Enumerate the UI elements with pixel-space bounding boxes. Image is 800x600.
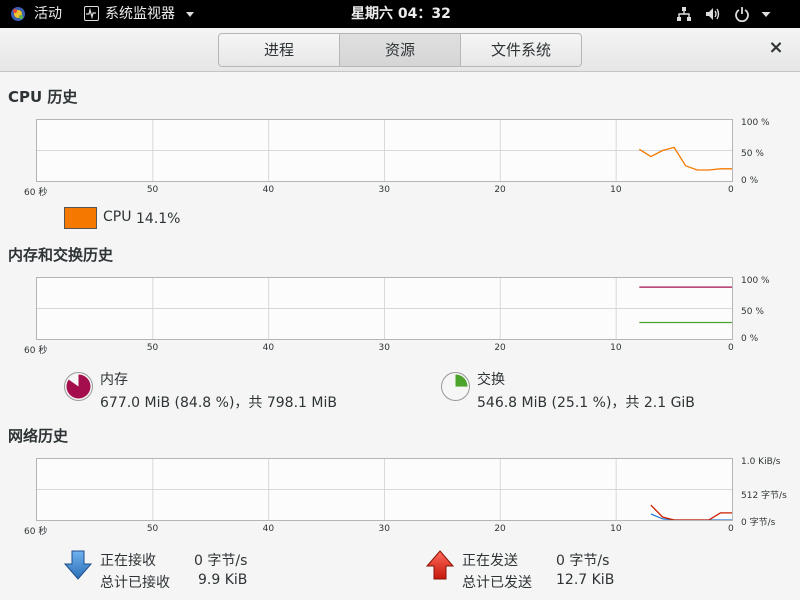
- system-monitor-icon: [84, 6, 99, 21]
- clock[interactable]: 星期六 04：32: [351, 0, 451, 28]
- mem-x-label: 30: [378, 343, 390, 353]
- receiving-label: 正在接收: [100, 553, 156, 569]
- graph-canvas: [37, 120, 732, 181]
- total-sent-value: 12.7 KiB: [556, 572, 615, 588]
- mem-x-label: 40: [262, 343, 275, 353]
- network-section-title: 网络历史: [8, 427, 69, 445]
- cpu-color-swatch[interactable]: [64, 207, 97, 229]
- sending-value: 0 字节/s: [556, 553, 610, 569]
- net-x-label: 60 秒: [24, 527, 48, 537]
- sending-label: 正在发送: [462, 553, 518, 569]
- mem-y-label-100: 100 %: [741, 276, 770, 286]
- network-history-graph: [36, 458, 733, 521]
- activities-label: 活动: [34, 6, 62, 22]
- net-y-label-0: 0 字节/s: [741, 518, 776, 528]
- mem-y-label-50: 50 %: [741, 307, 764, 317]
- view-switcher: 进程 资源 文件系统: [218, 33, 582, 67]
- cpu-x-label: 20: [494, 185, 506, 195]
- receiving-value: 0 字节/s: [194, 553, 248, 569]
- send-line: [650, 504, 732, 520]
- cpu-legend-value: 14.1%: [136, 211, 181, 227]
- chevron-down-icon: [186, 12, 194, 17]
- cpu-history-graph: [36, 119, 733, 182]
- upload-arrow-icon[interactable]: [425, 549, 455, 581]
- gnome-logo-icon: [11, 7, 25, 21]
- mem-x-label: 10: [610, 343, 622, 353]
- mem-x-label: 50: [146, 343, 159, 353]
- tab-file-systems[interactable]: 文件系统: [461, 34, 581, 66]
- mem-x-label: 0: [728, 343, 734, 353]
- graph-canvas: [37, 278, 732, 339]
- header-bar: 进程 资源 文件系统 ×: [0, 28, 800, 72]
- memory-swap-history-graph: [36, 277, 733, 340]
- network-icon: [677, 7, 691, 21]
- mem-y-label-0: 0 %: [741, 334, 759, 344]
- net-x-label: 50: [146, 524, 159, 534]
- system-monitor-window: 进程 资源 文件系统 × CPU 历史 100 % 50 % 0 % 60 秒5…: [0, 28, 800, 600]
- mem-x-label: 60 秒: [24, 346, 48, 356]
- power-icon: [735, 7, 749, 22]
- tab-processes[interactable]: 进程: [219, 34, 340, 66]
- total-received-value: 9.9 KiB: [198, 572, 248, 588]
- net-y-label-mid: 512 字节/s: [741, 491, 787, 501]
- cpu-y-label-0: 0 %: [741, 176, 759, 186]
- mem-x-label: 20: [494, 343, 506, 353]
- cpu-x-label: 40: [262, 185, 275, 195]
- download-arrow-icon[interactable]: [63, 549, 93, 581]
- cpu-x-label: 60 秒: [24, 188, 48, 198]
- net-x-label: 20: [494, 524, 506, 534]
- cpu-section-title: CPU 历史: [8, 88, 78, 106]
- cpu-y-label-50: 50 %: [741, 149, 764, 159]
- total-received-label: 总计已接收: [100, 575, 170, 591]
- total-sent-label: 总计已发送: [462, 575, 532, 591]
- swap-usage-pie-icon[interactable]: [440, 371, 471, 402]
- cpu-legend-label: CPU: [103, 209, 132, 225]
- cpu-x-label: 30: [378, 185, 390, 195]
- chevron-down-icon: [761, 12, 771, 17]
- app-menu[interactable]: 系统监视器: [84, 0, 199, 28]
- net-x-label: 40: [262, 524, 275, 534]
- net-y-label-max: 1.0 KiB/s: [741, 457, 781, 467]
- memory-legend-value: 677.0 MiB (84.8 %)，共 798.1 MiB: [100, 395, 337, 411]
- graph-canvas: [37, 459, 732, 520]
- swap-legend-value: 546.8 MiB (25.1 %)，共 2.1 GiB: [477, 395, 695, 411]
- tab-resources[interactable]: 资源: [340, 34, 461, 66]
- close-button[interactable]: ×: [768, 39, 784, 57]
- memory-usage-pie-icon[interactable]: [63, 371, 94, 402]
- system-status-area[interactable]: [676, 0, 786, 28]
- memory-legend-label: 内存: [100, 372, 128, 388]
- net-x-label: 30: [378, 524, 390, 534]
- resources-panel: CPU 历史 100 % 50 % 0 % 60 秒 50 40 30 20 10 0 CP…: [0, 72, 800, 600]
- cpu-x-label: 50: [146, 185, 159, 195]
- net-x-label: 10: [610, 524, 622, 534]
- swap-legend-label: 交换: [477, 372, 505, 388]
- cpu-x-label: 0: [728, 185, 734, 195]
- net-x-label: 0: [728, 524, 734, 534]
- memory-section-title: 内存和交换历史: [8, 246, 114, 264]
- cpu-x-label: 10: [610, 185, 622, 195]
- top-bar: 活动 系统监视器 星期六 04：32: [0, 0, 800, 28]
- cpu-y-label-100: 100 %: [741, 118, 770, 128]
- app-menu-label: 系统监视器: [105, 6, 175, 22]
- activities-button[interactable]: 活动: [10, 0, 74, 28]
- volume-icon: [706, 8, 720, 20]
